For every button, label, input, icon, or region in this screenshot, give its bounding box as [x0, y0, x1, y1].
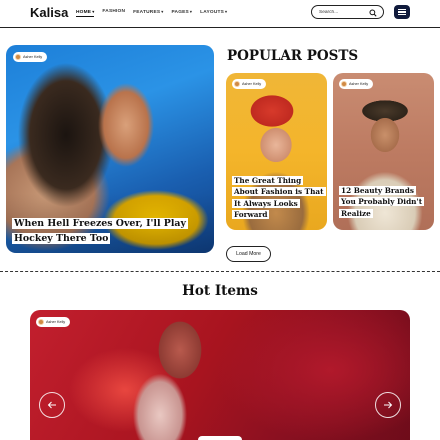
slider-prev-button[interactable]: [39, 392, 65, 418]
nav-item-label: HOME: [76, 10, 92, 15]
nav-item-pages[interactable]: PAGES▾: [171, 9, 192, 17]
section-divider: [0, 271, 440, 272]
nav-item-features[interactable]: FEATURES▾: [133, 9, 163, 17]
site-header: Kalisa HOME▾ FASHION FEATURES▾ PAGES▾ LA…: [0, 0, 440, 28]
nav-item-label: FASHION: [102, 9, 126, 14]
chevron-down-icon: ▾: [92, 9, 95, 14]
hot-items-heading: Hot Items: [182, 283, 258, 299]
arrow-left-icon: [47, 401, 56, 409]
nav-item-fashion[interactable]: FASHION: [102, 9, 125, 17]
nav-item-home[interactable]: HOME▾: [76, 9, 95, 17]
chevron-down-icon: ▾: [189, 9, 193, 14]
slider-next-button[interactable]: [375, 392, 401, 418]
post-title-link[interactable]: 12 Beauty Brands You Probably Didn't Rea…: [339, 185, 429, 219]
author-name: Asher Kelly: [46, 320, 66, 324]
search-box: [311, 5, 384, 19]
nav-item-label: FEATURES: [133, 10, 161, 15]
post-title: The Great Thing About Fashion is That It…: [232, 176, 326, 219]
nav-item-label: LAYOUTS: [200, 10, 225, 15]
author-badge[interactable]: Asher Kelly: [339, 79, 374, 89]
search-icon[interactable]: [369, 9, 377, 17]
author-name: Asher Kelly: [23, 55, 43, 59]
post-card[interactable]: Asher Kelly The Great Thing About Fashio…: [226, 73, 327, 230]
arrow-right-icon: [384, 401, 393, 409]
hero-title: When Hell Freezes Over, I'll Play Hockey…: [12, 218, 188, 244]
post-card[interactable]: Asher Kelly 12 Beauty Brands You Probabl…: [333, 73, 434, 230]
load-more-button[interactable]: Load More: [226, 246, 271, 262]
author-name: Asher Kelly: [349, 82, 369, 86]
author-badge[interactable]: Asher Kelly: [232, 79, 267, 89]
nav-item-layouts[interactable]: LAYOUTS▾: [200, 9, 227, 17]
hot-item-slide[interactable]: Asher Kelly: [30, 310, 410, 440]
avatar: [234, 81, 240, 87]
hero-title-link[interactable]: When Hell Freezes Over, I'll Play Hockey…: [12, 217, 202, 246]
author-badge[interactable]: Asher Kelly: [36, 317, 71, 327]
chevron-down-icon: ▾: [225, 9, 228, 14]
chevron-down-icon: ▾: [161, 9, 164, 14]
avatar: [341, 81, 347, 87]
search-input[interactable]: [319, 8, 371, 17]
post-title: 12 Beauty Brands You Probably Didn't Rea…: [339, 186, 425, 218]
main-nav: HOME▾ FASHION FEATURES▾ PAGES▾ LAYOUTS▾: [76, 9, 227, 17]
author-badge[interactable]: Asher Kelly: [13, 52, 48, 62]
post-title-link[interactable]: The Great Thing About Fashion is That It…: [232, 175, 326, 220]
author-name: Asher Kelly: [242, 82, 262, 86]
avatar: [38, 319, 44, 325]
popular-posts-heading: POPULAR POSTS: [227, 48, 359, 64]
slider-pagination[interactable]: [198, 436, 242, 440]
avatar: [15, 54, 21, 60]
nav-item-label: PAGES: [171, 10, 189, 15]
hamburger-icon[interactable]: [394, 5, 410, 19]
site-logo[interactable]: Kalisa: [30, 5, 68, 20]
